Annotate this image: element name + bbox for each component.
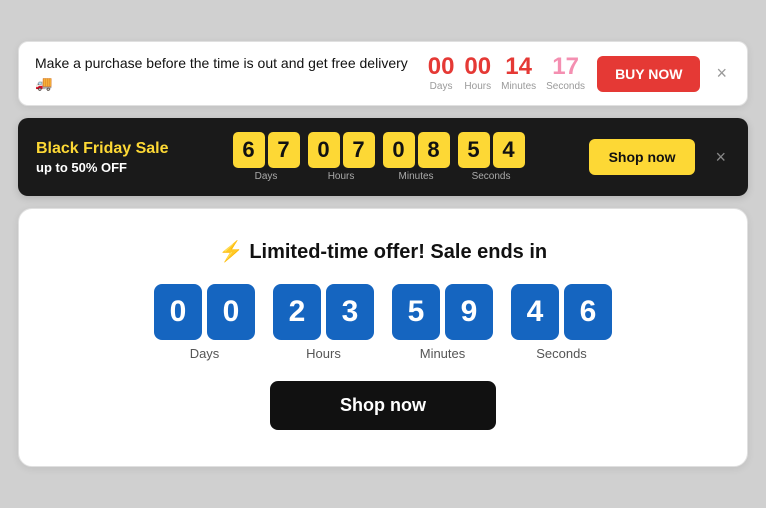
bf-hours-d1: 0 (308, 132, 340, 168)
limited-minutes-d1: 5 (392, 284, 440, 340)
bf-seconds-unit: 5 4 Seconds (458, 132, 525, 182)
delivery-countdown: 00 Days 00 Hours 14 Minutes 17 Seconds (428, 55, 585, 92)
limited-shop-now-button[interactable]: Shop now (270, 381, 496, 430)
banner1-close-button[interactable]: × (712, 61, 731, 86)
delivery-banner: Make a purchase before the time is out a… (18, 41, 748, 106)
days-label: Days (430, 81, 453, 92)
limited-hours-d1: 2 (273, 284, 321, 340)
bf-minutes-d2: 8 (418, 132, 450, 168)
limited-seconds-unit: 4 6 Seconds (511, 284, 612, 361)
bf-hours-d2: 7 (343, 132, 375, 168)
limited-minutes-nums: 5 9 (392, 284, 493, 340)
bf-hours-unit: 0 7 Hours (308, 132, 375, 182)
limited-seconds-d1: 4 (511, 284, 559, 340)
minutes-unit: 14 Minutes (501, 55, 536, 92)
limited-minutes-unit: 5 9 Minutes (392, 284, 493, 361)
limited-hours-nums: 2 3 (273, 284, 374, 340)
limited-offer-banner: ⚡ Limited-time offer! Sale ends in 0 0 D… (18, 208, 748, 467)
hours-label: Hours (464, 81, 491, 92)
bf-seconds-d2: 4 (493, 132, 525, 168)
bf-seconds-d1: 5 (458, 132, 490, 168)
limited-days-unit: 0 0 Days (154, 284, 255, 361)
limited-countdown: 0 0 Days 2 3 Hours 5 9 Minutes 4 6 Secon… (154, 284, 612, 361)
days-unit: 00 Days (428, 55, 455, 92)
limited-days-d2: 0 (207, 284, 255, 340)
bf-seconds-nums: 5 4 (458, 132, 525, 168)
days-value: 00 (428, 55, 455, 79)
bf-hours-label: Hours (328, 171, 355, 182)
limited-seconds-label: Seconds (536, 346, 587, 361)
lightning-icon: ⚡ (219, 241, 244, 263)
limited-days-d1: 0 (154, 284, 202, 340)
bf-shop-now-button[interactable]: Shop now (589, 139, 696, 175)
seconds-unit: 17 Seconds (546, 55, 585, 92)
minutes-value: 14 (505, 55, 532, 79)
bf-main-title: Black Friday Sale (36, 140, 169, 158)
limited-hours-unit: 2 3 Hours (273, 284, 374, 361)
hours-value: 00 (464, 55, 491, 79)
bf-countdown: 6 7 Days 0 7 Hours 0 8 Minutes 5 4 Secon… (185, 132, 573, 182)
bf-subtitle: up to 50% OFF (36, 160, 169, 175)
limited-title: ⚡ Limited-time offer! Sale ends in (219, 239, 547, 264)
limited-days-label: Days (190, 346, 220, 361)
hours-unit: 00 Hours (464, 55, 491, 92)
minutes-label: Minutes (501, 81, 536, 92)
limited-seconds-d2: 6 (564, 284, 612, 340)
bf-seconds-label: Seconds (472, 171, 511, 182)
bf-days-label: Days (255, 171, 278, 182)
seconds-value: 17 (552, 55, 579, 79)
seconds-label: Seconds (546, 81, 585, 92)
limited-hours-d2: 3 (326, 284, 374, 340)
bf-minutes-unit: 0 8 Minutes (383, 132, 450, 182)
limited-hours-label: Hours (306, 346, 341, 361)
limited-seconds-nums: 4 6 (511, 284, 612, 340)
bf-days-nums: 6 7 (233, 132, 300, 168)
limited-minutes-d2: 9 (445, 284, 493, 340)
bf-hours-nums: 0 7 (308, 132, 375, 168)
bf-days-d2: 7 (268, 132, 300, 168)
bf-minutes-label: Minutes (399, 171, 434, 182)
limited-title-text: Limited-time offer! Sale ends in (249, 241, 547, 263)
limited-minutes-label: Minutes (420, 346, 466, 361)
black-friday-banner: Black Friday Sale up to 50% OFF 6 7 Days… (18, 118, 748, 196)
buy-now-button[interactable]: BUY NOW (597, 56, 700, 92)
delivery-text: Make a purchase before the time is out a… (35, 54, 416, 93)
bf-minutes-nums: 0 8 (383, 132, 450, 168)
bf-minutes-d1: 0 (383, 132, 415, 168)
banner2-close-button[interactable]: × (711, 145, 730, 170)
bf-days-d1: 6 (233, 132, 265, 168)
bf-days-unit: 6 7 Days (233, 132, 300, 182)
limited-days-nums: 0 0 (154, 284, 255, 340)
bf-title-block: Black Friday Sale up to 50% OFF (36, 140, 169, 175)
